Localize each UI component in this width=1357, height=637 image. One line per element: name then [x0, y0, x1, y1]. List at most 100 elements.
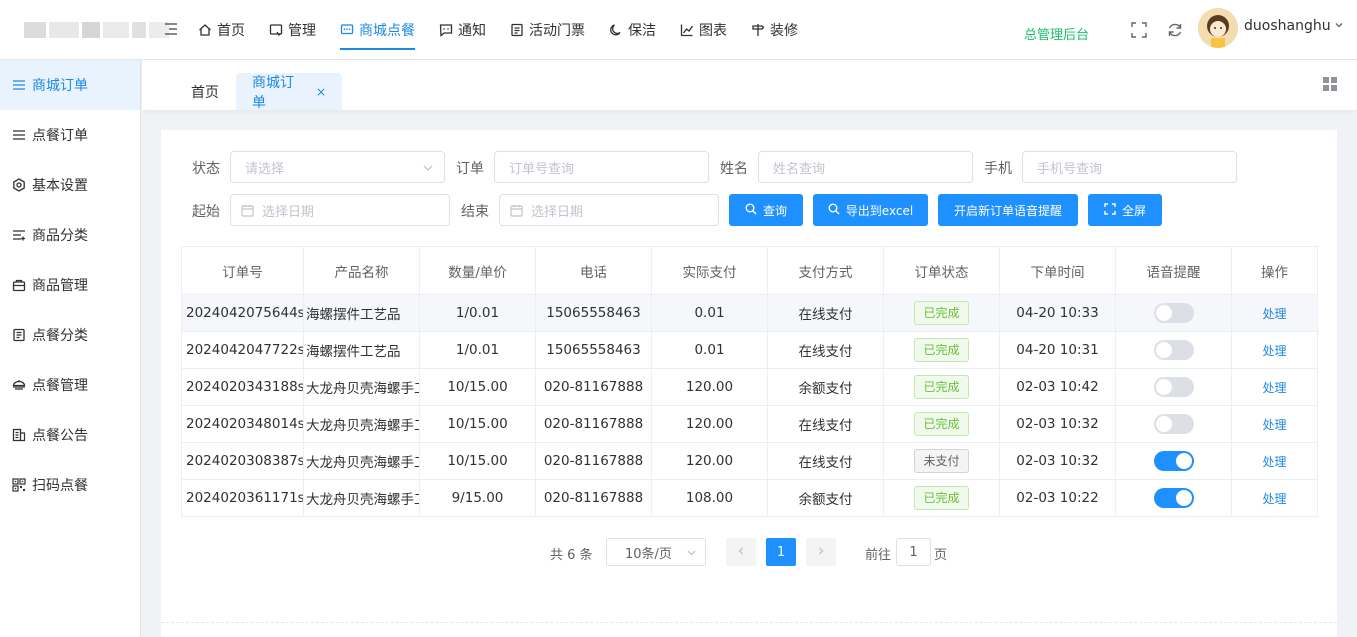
sidebar-item[interactable]: 商品管理 — [0, 260, 140, 310]
voice-reminder-button[interactable]: 开启新订单语音提醒 — [938, 194, 1078, 226]
sidebar-item[interactable]: 点餐分类 — [0, 310, 140, 360]
table-header-row: 订单号 产品名称 数量/单价 电话 实际支付 支付方式 订单状态 下单时间 语音… — [181, 246, 1318, 295]
tab-mall-orders[interactable]: 商城订单 × — [236, 73, 342, 111]
query-button[interactable]: 查询 — [729, 194, 803, 226]
message-icon — [340, 23, 354, 37]
nav-item[interactable]: 图表 — [668, 0, 739, 60]
sidebar-item-label: 扫码点餐 — [32, 478, 88, 494]
column-header: 语音提醒 — [1115, 246, 1232, 295]
voice-reminder-cell — [1115, 442, 1232, 480]
page-number-current[interactable]: 1 — [766, 538, 796, 566]
fullscreen-icon[interactable] — [1131, 22, 1147, 38]
next-page-button[interactable] — [806, 538, 836, 566]
category-icon — [12, 228, 26, 242]
phone-cell: 020-81167888 — [535, 368, 652, 406]
process-link[interactable]: 处理 — [1262, 455, 1286, 469]
paid-amount-cell: 120.00 — [651, 442, 768, 480]
fullscreen-button-label: 全屏 — [1121, 203, 1146, 218]
nav-item[interactable]: 通知 — [427, 0, 498, 60]
table-row[interactable]: 2024020361171sh 大龙舟贝壳海螺手工 9/15.00 020-81167… — [181, 479, 1318, 517]
sidebar-item-label: 点餐管理 — [32, 378, 88, 394]
table-row[interactable]: 2024020308387sh 大龙舟贝壳海螺手工 10/15.00 020-8116… — [181, 442, 1318, 480]
phone-placeholder: 手机号查询 — [1037, 161, 1103, 177]
quantity-price-cell: 9/15.00 — [419, 479, 536, 517]
name-label: 姓名 — [720, 161, 748, 177]
column-header: 下单时间 — [999, 246, 1116, 295]
phone-cell: 15065558463 — [535, 294, 652, 332]
sidebar-item[interactable]: 商品分类 — [0, 210, 140, 260]
export-button-label: 导出到excel — [845, 203, 914, 218]
chevron-left-icon — [736, 545, 746, 560]
sidebar-item[interactable]: 商城订单 — [0, 60, 140, 110]
manage-icon — [269, 23, 283, 37]
user-menu[interactable]: duoshanghu — [1244, 18, 1344, 34]
close-icon[interactable]: × — [316, 85, 326, 99]
end-date-picker[interactable]: 选择日期 — [499, 194, 719, 226]
nav-item[interactable]: 管理 — [257, 0, 328, 60]
status-select[interactable]: 请选择 — [230, 151, 445, 183]
order-number-cell: 2024020361171sh — [181, 479, 304, 517]
table-row[interactable]: 2024042047722sh 海螺摆件工艺品 1/0.01 15065558463 0… — [181, 331, 1318, 369]
process-link[interactable]: 处理 — [1262, 418, 1286, 432]
sidebar-item[interactable]: 基本设置 — [0, 160, 140, 210]
nav-item[interactable]: 首页 — [186, 0, 257, 60]
tab-home[interactable]: 首页 — [175, 73, 235, 110]
process-link[interactable]: 处理 — [1262, 344, 1286, 358]
nav-item-label: 商城点餐 — [359, 23, 415, 39]
fullscreen-button[interactable]: 全屏 — [1088, 194, 1162, 226]
sidebar-item[interactable]: 点餐公告 — [0, 410, 140, 460]
quantity-price-cell: 10/15.00 — [419, 405, 536, 443]
start-date-picker[interactable]: 选择日期 — [230, 194, 450, 226]
table-row[interactable]: 2024020343188sh 大龙舟贝壳海螺手工 10/15.00 020-8116… — [181, 368, 1318, 406]
table-row[interactable]: 2024042075644sh 海螺摆件工艺品 1/0.01 15065558463 0… — [181, 294, 1318, 332]
table-row[interactable]: 2024020348014sh 大龙舟贝壳海螺手工 10/15.00 020-8116… — [181, 405, 1318, 443]
voice-reminder-toggle[interactable] — [1153, 451, 1194, 471]
process-link[interactable]: 处理 — [1262, 492, 1286, 506]
sidebar-item[interactable]: 扫码点餐 — [0, 460, 140, 510]
status-badge: 已完成 — [914, 338, 969, 362]
nav-item[interactable]: 装修 — [739, 0, 810, 60]
process-link[interactable]: 处理 — [1262, 307, 1286, 321]
shopping-bag-icon — [12, 278, 26, 292]
voice-reminder-toggle[interactable] — [1153, 414, 1194, 434]
export-excel-button[interactable]: 导出到excel — [813, 194, 928, 226]
voice-reminder-cell — [1115, 405, 1232, 443]
name-search-input[interactable]: 姓名查询 — [758, 151, 973, 183]
nav-item-label: 活动门票 — [529, 23, 585, 39]
nav-item[interactable]: 商城点餐 — [328, 0, 427, 60]
voice-reminder-toggle[interactable] — [1153, 488, 1194, 508]
admin-link[interactable]: 总管理后台 — [1024, 24, 1089, 43]
order-number-cell: 2024020308387sh — [181, 442, 304, 480]
order-status-cell: 已完成 — [883, 479, 1000, 517]
voice-reminder-toggle[interactable] — [1153, 340, 1194, 360]
phone-search-input[interactable]: 手机号查询 — [1022, 151, 1237, 183]
voice-reminder-toggle[interactable] — [1153, 377, 1194, 397]
avatar[interactable] — [1198, 8, 1238, 48]
order-label: 订单 — [456, 161, 484, 177]
sidebar-item[interactable]: 点餐订单 — [0, 110, 140, 160]
payment-method-cell: 在线支付 — [767, 442, 884, 480]
process-link[interactable]: 处理 — [1262, 381, 1286, 395]
grid-icon[interactable] — [1323, 77, 1337, 91]
refresh-icon[interactable] — [1167, 22, 1183, 38]
voice-reminder-toggle[interactable] — [1153, 303, 1194, 323]
chat-icon — [439, 23, 453, 37]
page-size-select[interactable]: 10条/页 — [606, 538, 706, 566]
product-name-cell: 大龙舟贝壳海螺手工 — [303, 442, 420, 480]
sidebar-item[interactable]: 点餐管理 — [0, 360, 140, 410]
nav-item[interactable]: 活动门票 — [498, 0, 597, 60]
sidebar-item-label: 点餐分类 — [32, 328, 88, 344]
nav-item[interactable]: 保洁 — [597, 0, 668, 60]
action-cell: 处理 — [1231, 405, 1318, 443]
menu-fold-icon[interactable] — [165, 22, 177, 36]
product-name-cell: 大龙舟贝壳海螺手工 — [303, 479, 420, 517]
order-time-cell: 04-20 10:31 — [999, 331, 1116, 369]
prev-page-button[interactable] — [726, 538, 756, 566]
action-cell: 处理 — [1231, 442, 1318, 480]
goto-page-input[interactable]: 1 — [896, 538, 931, 566]
paid-amount-cell: 120.00 — [651, 368, 768, 406]
paid-amount-cell: 120.00 — [651, 405, 768, 443]
payment-method-cell: 余额支付 — [767, 368, 884, 406]
order-search-input[interactable]: 订单号查询 — [494, 151, 709, 183]
order-status-cell: 已完成 — [883, 331, 1000, 369]
